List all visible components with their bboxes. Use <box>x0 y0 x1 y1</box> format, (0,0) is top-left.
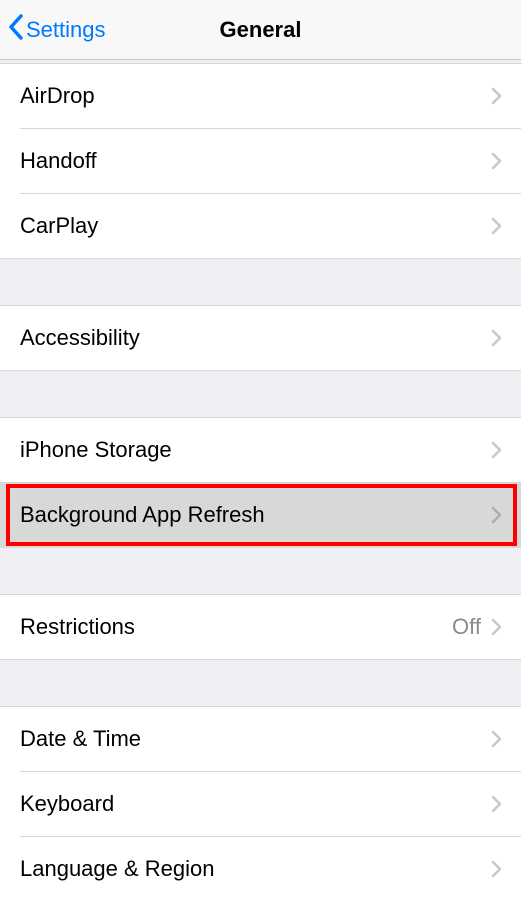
row-label: CarPlay <box>20 213 98 239</box>
row-restrictions[interactable]: Restrictions Off <box>0 595 521 659</box>
navbar: Settings General <box>0 0 521 60</box>
back-button[interactable]: Settings <box>8 0 106 59</box>
row-keyboard[interactable]: Keyboard <box>0 772 521 836</box>
back-label: Settings <box>26 17 106 43</box>
row-label: Date & Time <box>20 726 141 752</box>
row-label: iPhone Storage <box>20 437 172 463</box>
page-title: General <box>220 17 302 43</box>
chevron-right-icon <box>491 618 503 636</box>
row-iphone-storage[interactable]: iPhone Storage <box>0 418 521 482</box>
row-background-app-refresh[interactable]: Background App Refresh <box>0 483 521 547</box>
row-label: Accessibility <box>20 325 140 351</box>
row-handoff[interactable]: Handoff <box>0 129 521 193</box>
chevron-right-icon <box>491 730 503 748</box>
section-gap <box>0 370 521 418</box>
section-gap <box>0 258 521 306</box>
chevron-right-icon <box>491 329 503 347</box>
chevron-left-icon <box>8 14 26 46</box>
row-language-region[interactable]: Language & Region <box>0 837 521 901</box>
chevron-right-icon <box>491 152 503 170</box>
section-gap <box>0 547 521 595</box>
row-label: Keyboard <box>20 791 114 817</box>
row-value: Off <box>452 614 481 640</box>
row-label: Background App Refresh <box>20 502 265 528</box>
row-label: Handoff <box>20 148 97 174</box>
section-gap <box>0 659 521 707</box>
settings-group: Accessibility <box>0 306 521 370</box>
settings-group: Date & Time Keyboard Language & Region <box>0 707 521 901</box>
row-label: Restrictions <box>20 614 135 640</box>
row-airdrop[interactable]: AirDrop <box>0 64 521 128</box>
chevron-right-icon <box>491 87 503 105</box>
row-label: Language & Region <box>20 856 215 882</box>
settings-group: AirDrop Handoff CarPlay <box>0 64 521 258</box>
chevron-right-icon <box>491 860 503 878</box>
chevron-right-icon <box>491 795 503 813</box>
highlight-annotation: Background App Refresh <box>0 483 521 547</box>
chevron-right-icon <box>491 217 503 235</box>
chevron-right-icon <box>491 506 503 524</box>
row-label: AirDrop <box>20 83 95 109</box>
row-carplay[interactable]: CarPlay <box>0 194 521 258</box>
settings-group: Restrictions Off <box>0 595 521 659</box>
settings-group: iPhone Storage Background App Refresh <box>0 418 521 547</box>
row-accessibility[interactable]: Accessibility <box>0 306 521 370</box>
row-date-time[interactable]: Date & Time <box>0 707 521 771</box>
chevron-right-icon <box>491 441 503 459</box>
